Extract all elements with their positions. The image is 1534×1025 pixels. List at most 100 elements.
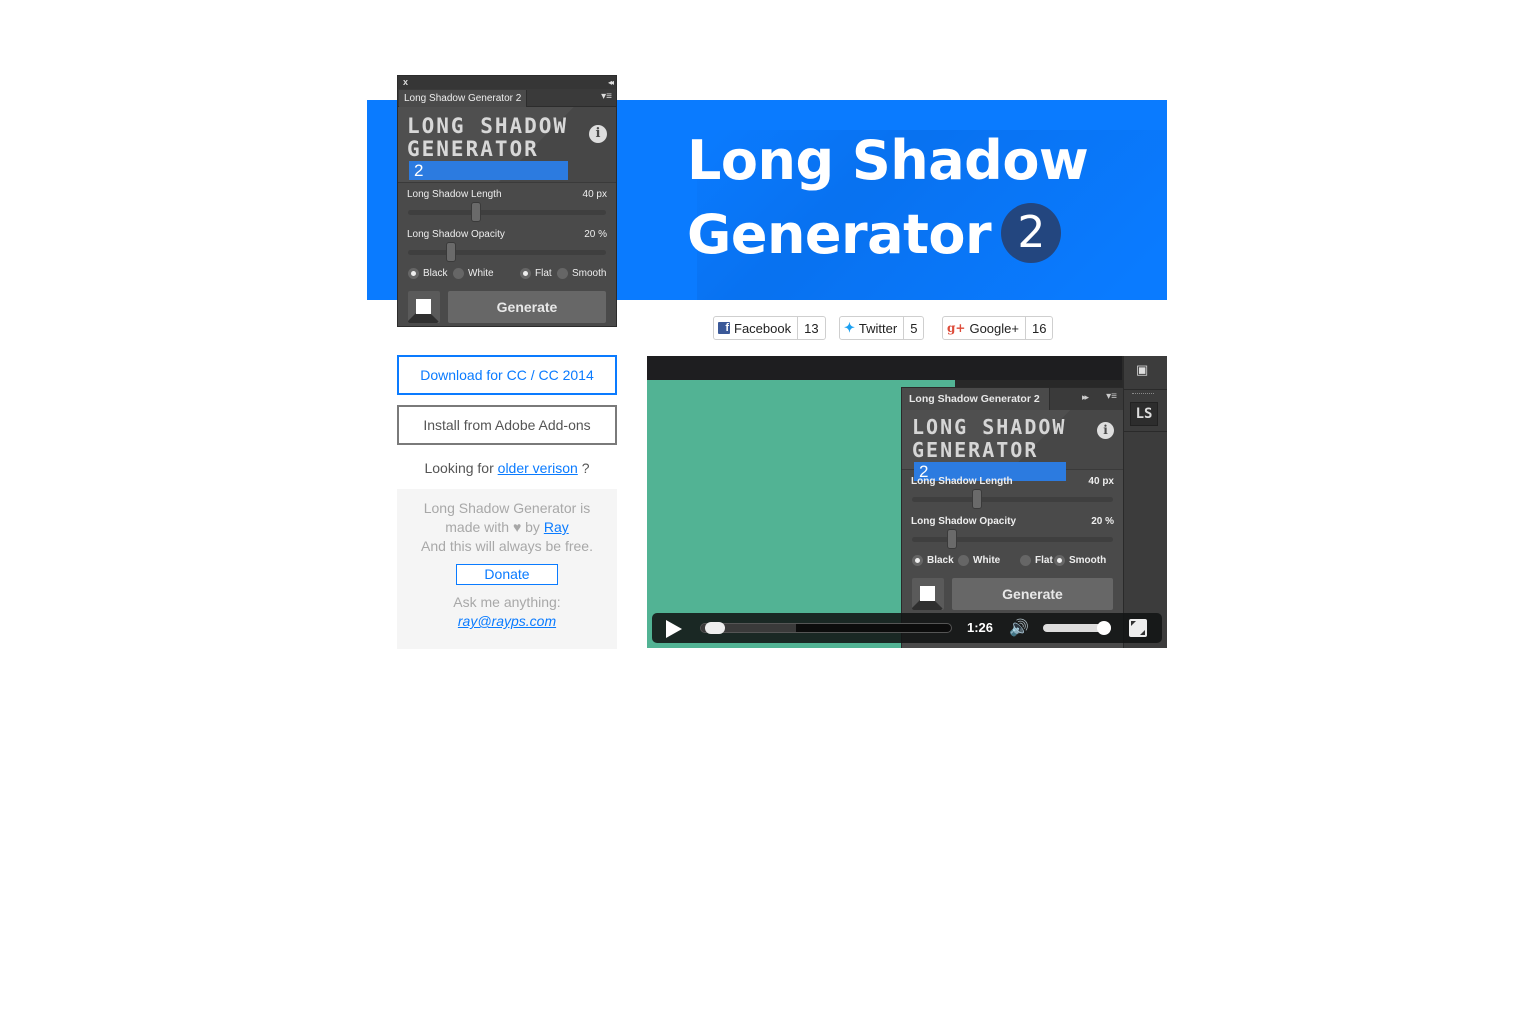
opacity-slider-thumb[interactable] (446, 242, 456, 262)
panel-logo: LONG SHADOW GENERATOR 2 i (398, 107, 616, 183)
swatch-square (416, 299, 431, 314)
googleplus-icon: g+ (947, 321, 966, 335)
progress-thumb[interactable] (705, 622, 726, 634)
logo-line1: LONG SHADOW (407, 114, 569, 138)
generate-button[interactable]: Generate (448, 291, 606, 323)
video-opacity-value: 20 % (1091, 516, 1114, 527)
video-sidebar: ▣ LS (1123, 356, 1167, 648)
video-length-label: Long Shadow Length (911, 476, 1013, 487)
video-radio-flat: Flat (1020, 555, 1053, 566)
volume-thumb[interactable] (1097, 621, 1112, 635)
version-badge: 2 (1001, 203, 1062, 263)
opacity-slider-track[interactable] (408, 250, 606, 255)
email-link[interactable]: ray@rayps.com (458, 613, 556, 629)
panel-titlebar: x ◂◂ (398, 76, 616, 89)
googleplus-label: g+ Google+ (943, 317, 1026, 339)
video-info-icon: i (1097, 422, 1114, 439)
googleplus-count: 16 (1031, 320, 1047, 336)
panel-tab[interactable]: Long Shadow Generator 2 (399, 90, 527, 108)
fullscreen-icon[interactable] (1129, 619, 1147, 637)
facebook-label: f Facebook (714, 317, 799, 339)
video-radio-smooth: Smooth (1054, 555, 1106, 566)
swatch-square (920, 586, 935, 601)
radio-dot (912, 555, 923, 566)
about-box: Long Shadow Generator is made with ♥ by … (397, 489, 617, 649)
video-panel-logo: LONG SHADOW GENERATOR 2 i (902, 410, 1123, 481)
divider (1124, 389, 1167, 390)
action-row: Generate (398, 287, 616, 327)
collapse-icon[interactable]: ◂◂ (608, 76, 614, 89)
radio-dot (408, 268, 419, 279)
forward-icon: ▸▸ (1082, 392, 1089, 402)
video-generate-button: Generate (952, 578, 1113, 610)
facebook-share[interactable]: f Facebook 13 (713, 316, 826, 340)
author-link[interactable]: Ray (544, 519, 569, 535)
radio-label: Smooth (572, 268, 607, 279)
video-opacity-slider: Long Shadow Opacity 20 % (902, 510, 1123, 550)
logo-text: LONG SHADOW GENERATOR 2 (407, 114, 569, 180)
radio-flat[interactable]: Flat (520, 268, 552, 279)
about-line2: made with ♥ by Ray (397, 518, 617, 537)
video-panel-menu-icon: ▾≡ (1106, 391, 1117, 402)
time-display: 1:26 (967, 620, 994, 635)
about-line1: Long Shadow Generator is (423, 500, 591, 516)
opacity-value: 20 % (584, 229, 607, 240)
opacity-label: Long Shadow Opacity (407, 229, 505, 240)
progress-bar[interactable] (700, 623, 952, 633)
video-length-thumb (972, 489, 982, 509)
length-slider-block: Long Shadow Length 40 px (398, 183, 616, 223)
close-icon[interactable]: x (403, 76, 408, 89)
radio-label: White (468, 268, 494, 279)
video-plugin-panel: Long Shadow Generator 2 ▸▸ ▾≡ LONG SHADO… (901, 387, 1123, 648)
download-button[interactable]: Download for CC / CC 2014 (397, 355, 617, 395)
radio-dot (557, 268, 568, 279)
radio-label: Flat (1035, 555, 1053, 566)
options-row: Black White Flat Smooth (398, 263, 616, 287)
play-icon[interactable] (666, 620, 682, 638)
length-value: 40 px (582, 189, 607, 200)
radio-label: Smooth (1069, 555, 1107, 566)
info-icon[interactable]: i (589, 125, 607, 143)
logo-line2-text: GENERATOR (407, 137, 539, 161)
video-swatch (912, 578, 944, 610)
video-opacity-thumb (947, 529, 957, 549)
panel-tab-row: Long Shadow Generator 2 ▾≡ (398, 89, 616, 108)
donate-button[interactable]: Donate (456, 564, 558, 585)
radio-black[interactable]: Black (408, 268, 447, 279)
radio-smooth[interactable]: Smooth (557, 268, 606, 279)
hero-title: Long Shadow Generator 2 (687, 124, 1089, 272)
opacity-slider-block: Long Shadow Opacity 20 % (398, 223, 616, 263)
video-logo-line2-text: GENERATOR (912, 438, 1039, 462)
length-label: Long Shadow Length (407, 189, 502, 200)
twitter-share[interactable]: ✦ Twitter 5 (839, 316, 925, 340)
install-addons-button[interactable]: Install from Adobe Add-ons (397, 405, 617, 445)
volume-icon[interactable]: 🔊 (1009, 618, 1029, 638)
video-options-row: Black White Flat Smooth (902, 550, 1123, 574)
older-suffix: ? (581, 460, 590, 476)
length-slider-track[interactable] (408, 210, 606, 215)
video-radio-white: White (958, 555, 1000, 566)
radio-dot (453, 268, 464, 279)
video-action-row: Generate (902, 574, 1123, 614)
twitter-text: Twitter (858, 320, 898, 336)
radio-label: Black (423, 268, 448, 279)
video-opacity-track (912, 537, 1113, 542)
radio-white[interactable]: White (453, 268, 494, 279)
cube-icon: ▣ (1136, 362, 1149, 377)
shadow-color-swatch[interactable] (408, 291, 440, 323)
video-length-track (912, 497, 1113, 502)
length-slider-thumb[interactable] (470, 202, 481, 222)
googleplus-share[interactable]: g+ Google+ 16 (942, 316, 1054, 340)
video-panel-tab: Long Shadow Generator 2 (902, 388, 1050, 410)
older-prefix: Looking for (424, 460, 494, 476)
video-length-value: 40 px (1088, 476, 1114, 487)
demo-video[interactable]: ▣ LS Long Shadow Generator 2 ▸▸ ▾≡ LONG … (647, 356, 1167, 648)
older-version-link[interactable]: older verison (498, 460, 578, 476)
video-controls: 1:26 🔊 (652, 613, 1162, 643)
facebook-icon: f (718, 322, 730, 334)
radio-label: Black (927, 555, 954, 566)
hero-title-word: Generator (687, 203, 992, 266)
radio-label: White (973, 555, 1001, 566)
video-app-bar (647, 356, 1122, 380)
panel-menu-icon[interactable]: ▾≡ (601, 91, 612, 102)
